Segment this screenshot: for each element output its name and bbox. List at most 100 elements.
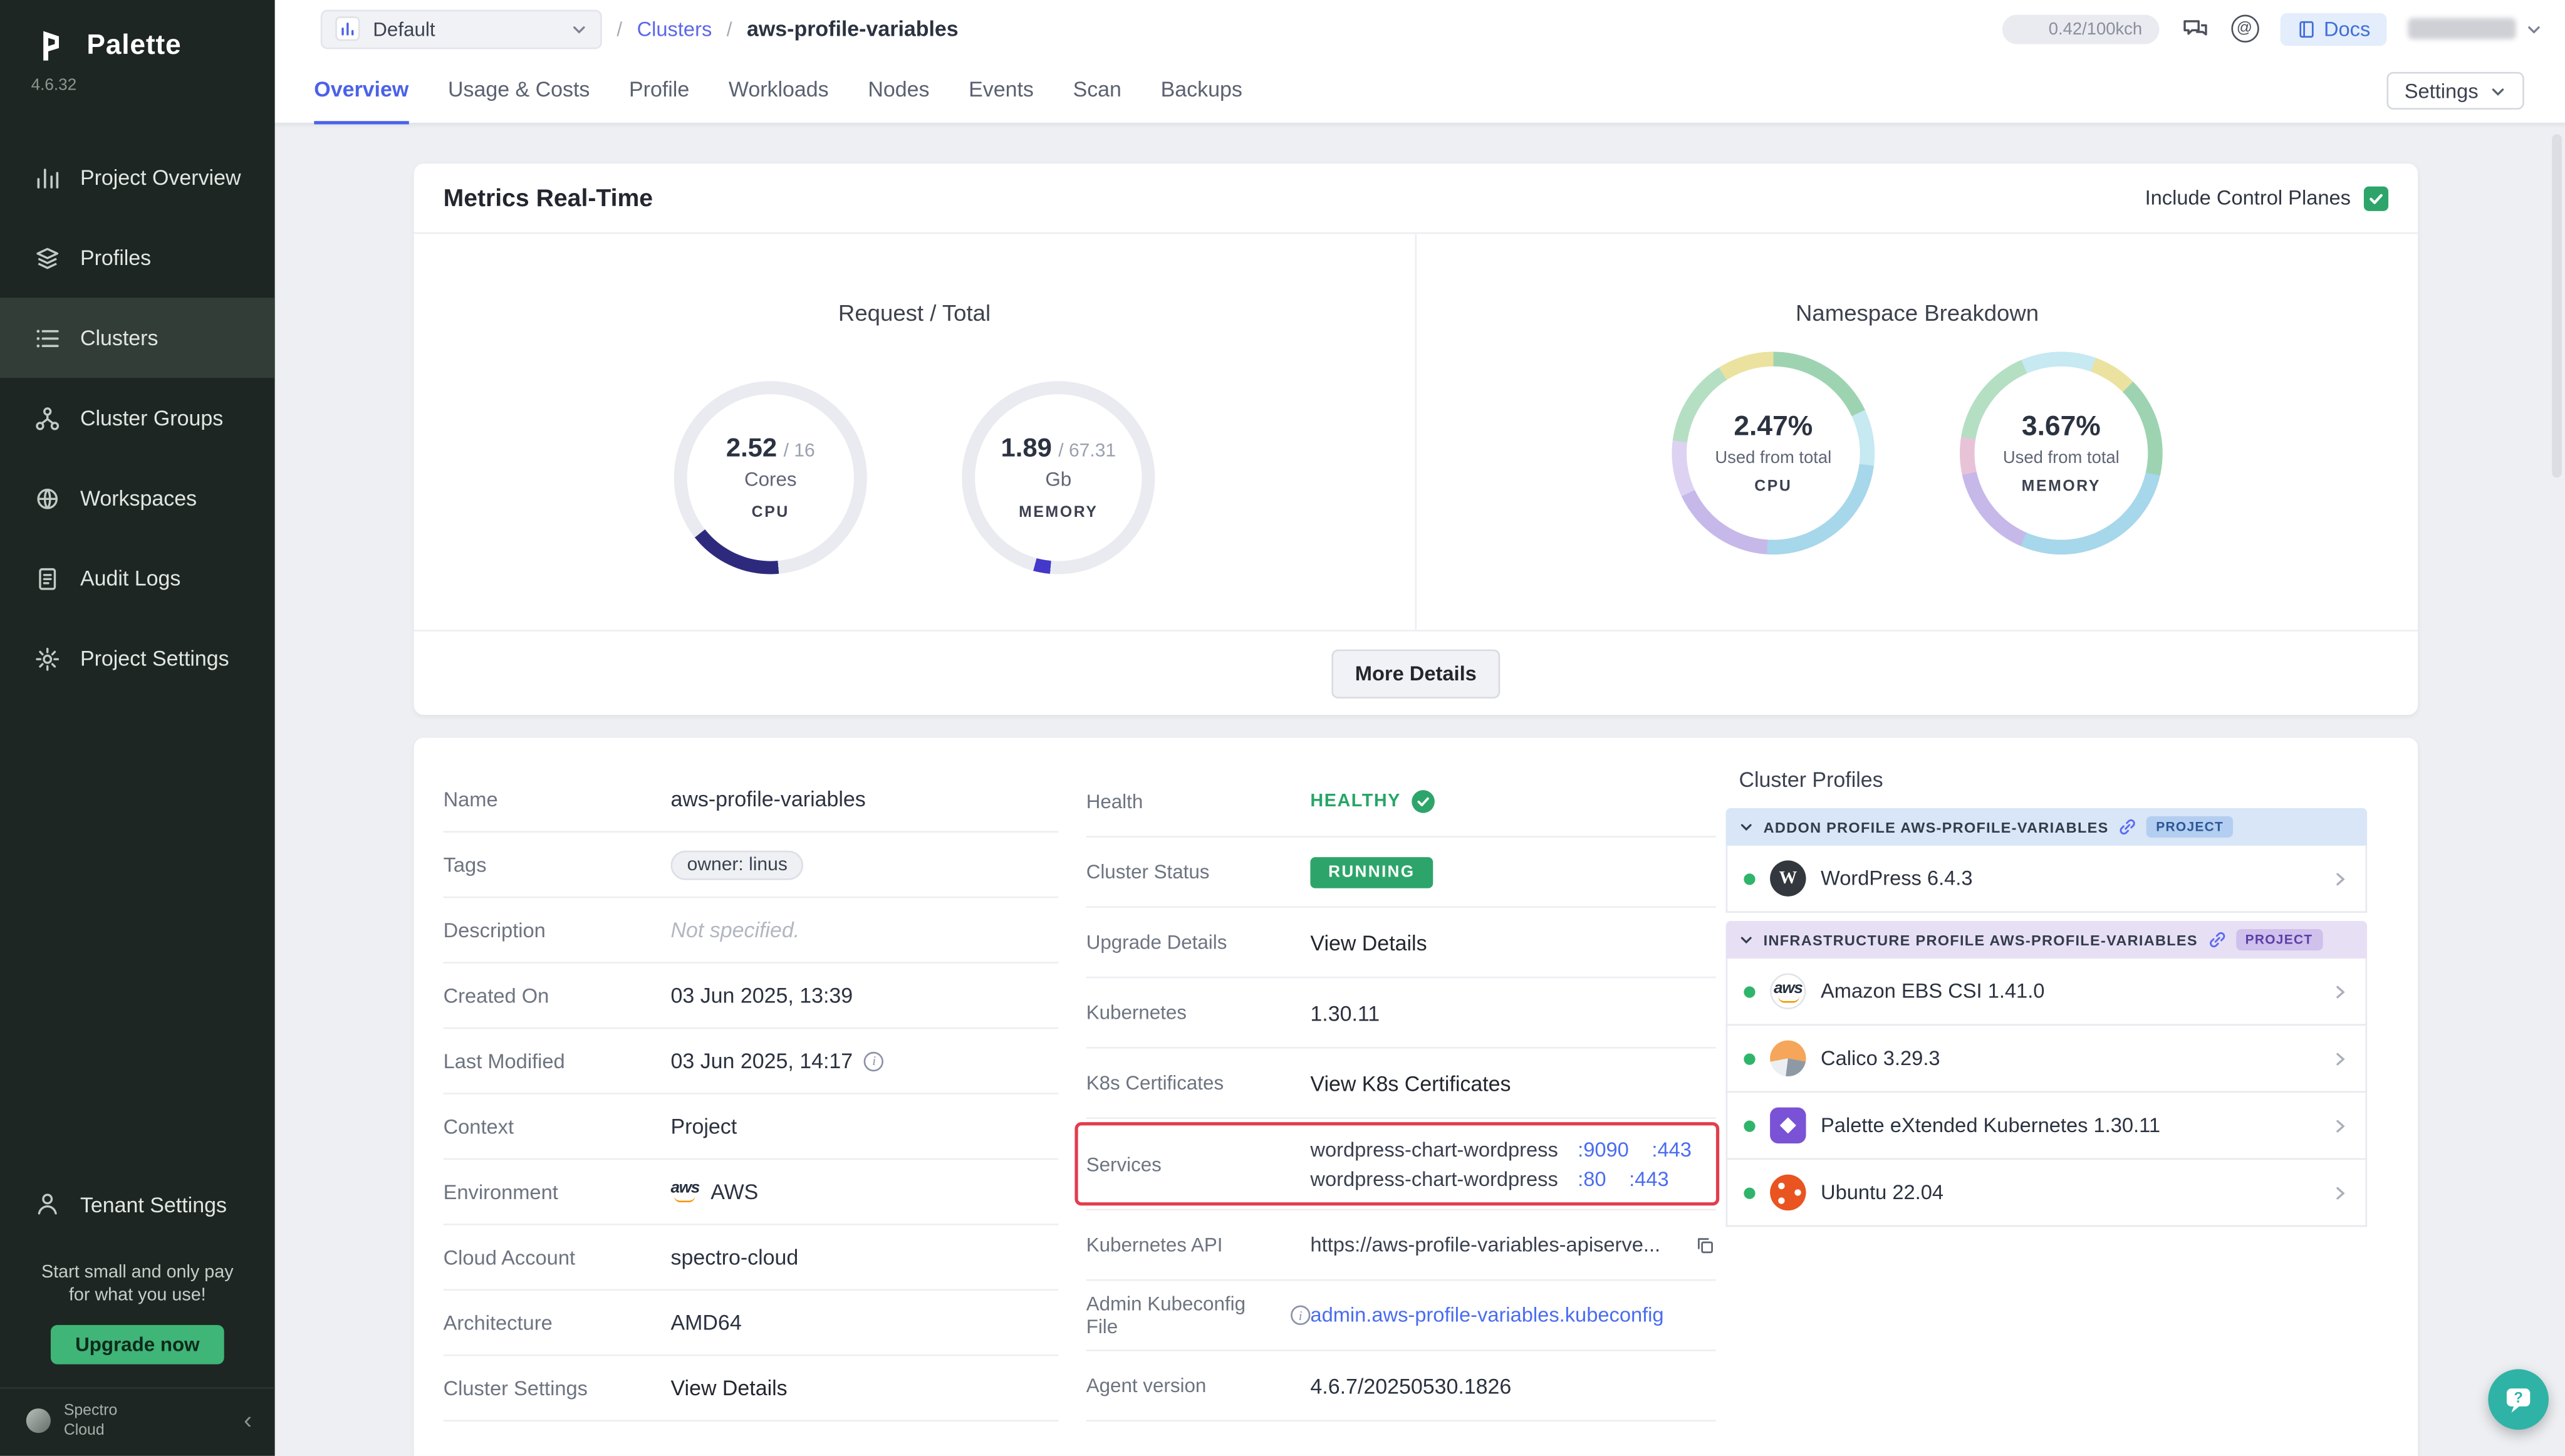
settings-button[interactable]: Settings (2386, 72, 2524, 110)
row-created-on: Created On 03 Jun 2025, 13:39 (444, 964, 1059, 1029)
info-icon[interactable]: i (864, 1051, 883, 1071)
infrastructure-profile-header[interactable]: INFRASTRUCTURE PROFILE AWS-PROFILE-VARIA… (1726, 921, 2368, 959)
cluster-status-column: Health HEALTHY Cluster Status RUNNING Up… (1086, 767, 1716, 1422)
cluster-settings-view-details-link[interactable]: View Details (671, 1376, 1059, 1400)
kubernetes-api-value: https://aws-profile-variables-apiserve..… (1310, 1234, 1660, 1257)
created-on-value: 03 Jun 2025, 13:39 (671, 983, 1059, 1007)
service-port-link[interactable]: :443 (1652, 1138, 1692, 1161)
profile-layer-palette-extended-kubernetes[interactable]: Palette eXtended Kubernetes 1.30.11 (1726, 1093, 2368, 1160)
tab-usage-costs[interactable]: Usage & Costs (448, 57, 590, 124)
description-value: Not specified. (671, 918, 1059, 942)
cluster-groups-icon (33, 404, 60, 432)
sidebar-item-audit-logs[interactable]: Audit Logs (0, 538, 275, 618)
project-selector[interactable]: Default (321, 9, 602, 48)
sidebar-nav: Project Overview Profiles Clusters Clust… (0, 137, 275, 699)
layer-name: WordPress 6.4.3 (1821, 867, 1972, 890)
collapse-sidebar-icon[interactable]: ‹ (244, 1408, 252, 1433)
service-port-link[interactable]: :443 (1629, 1167, 1669, 1190)
link-icon (2118, 818, 2136, 836)
row-services: Services wordpress-chart-wordpress :9090… (1086, 1119, 1716, 1210)
breadcrumb-clusters-link[interactable]: Clusters (637, 17, 712, 40)
sidebar-item-cluster-groups[interactable]: Cluster Groups (0, 378, 275, 458)
audit-logs-icon (33, 564, 60, 592)
cpu-request-donut: 2.52/ 16 Cores CPU (674, 381, 867, 574)
chat-question-icon: ? (2501, 1382, 2536, 1417)
help-fab-button[interactable]: ? (2488, 1369, 2549, 1430)
row-health: Health HEALTHY (1086, 767, 1716, 838)
namespace-breakdown-section: Namespace Breakdown 2.47% Used from tota… (1415, 234, 2418, 630)
service-port-link[interactable]: :9090 (1578, 1138, 1629, 1161)
cluster-profiles-panel: Cluster Profiles ADDON PROFILE AWS-PROFI… (1726, 767, 2368, 1227)
addon-profile-section: ADDON PROFILE AWS-PROFILE-VARIABLES PROJ… (1726, 808, 2368, 913)
upgrade-promo-text: Start small and only pay for what you us… (10, 1261, 265, 1309)
sidebar-item-label: Workspaces (80, 486, 197, 510)
copy-icon[interactable] (1695, 1234, 1716, 1256)
breadcrumb-separator: / (617, 17, 622, 40)
docs-button[interactable]: Docs (2279, 13, 2386, 45)
tab-workloads[interactable]: Workloads (729, 57, 829, 124)
service-entry: wordpress-chart-wordpress :9090:443 (1310, 1138, 1692, 1161)
profile-layer-wordpress[interactable]: W WordPress 6.4.3 (1726, 846, 2368, 913)
namespace-breakdown-title: Namespace Breakdown (1796, 299, 2039, 326)
running-status-badge: RUNNING (1310, 856, 1433, 888)
support-icon[interactable]: @ (2230, 14, 2258, 42)
row-upgrade-details: Upgrade Details View Details (1086, 908, 1716, 978)
cluster-profiles-title: Cluster Profiles (1739, 767, 2367, 792)
upgrade-view-details-link[interactable]: View Details (1310, 930, 1716, 954)
profile-layer-amazon-ebs-csi[interactable]: aws Amazon EBS CSI 1.41.0 (1726, 959, 2368, 1026)
namespace-memory-donut: 3.67% Used from total MEMORY (1960, 351, 2163, 554)
tab-events[interactable]: Events (969, 57, 1034, 124)
sidebar-item-label: Tenant Settings (80, 1192, 227, 1216)
kubernetes-version-value: 1.30.11 (1310, 1001, 1716, 1025)
sidebar-item-label: Cluster Groups (80, 406, 223, 430)
sidebar-item-clusters[interactable]: Clusters (0, 298, 275, 378)
pxk-icon (1770, 1108, 1806, 1143)
sidebar: Palette 4.6.32 Project Overview Profiles… (0, 0, 275, 1456)
kubeconfig-download-link[interactable]: admin.aws-profile-variables.kubeconfig (1310, 1304, 1663, 1327)
scrollbar[interactable] (2552, 134, 2562, 477)
info-icon[interactable]: i (1291, 1306, 1310, 1325)
project-scope-badge: PROJECT (2146, 816, 2234, 838)
more-details-button[interactable]: More Details (1332, 648, 1499, 697)
tab-profile[interactable]: Profile (629, 57, 689, 124)
user-menu[interactable] (2408, 18, 2542, 39)
include-control-planes-toggle[interactable]: Include Control Planes (2145, 185, 2388, 210)
link-icon (2208, 931, 2226, 949)
row-admin-kubeconfig: Admin Kubeconfig Filei admin.aws-profile… (1086, 1281, 1716, 1351)
tab-scan[interactable]: Scan (1073, 57, 1121, 124)
row-name: Name aws-profile-variables (444, 767, 1059, 833)
sidebar-item-profiles[interactable]: Profiles (0, 217, 275, 298)
sidebar-item-workspaces[interactable]: Workspaces (0, 458, 275, 538)
sidebar-item-tenant-settings[interactable]: Tenant Settings (0, 1164, 275, 1244)
workspaces-icon (33, 484, 60, 512)
feedback-chat-icon[interactable] (2180, 14, 2209, 43)
row-architecture: Architecture AMD64 (444, 1291, 1059, 1356)
status-dot (1744, 1053, 1755, 1064)
project-selector-value: Default (373, 17, 558, 40)
sidebar-item-project-settings[interactable]: Project Settings (0, 618, 275, 699)
row-cluster-status: Cluster Status RUNNING (1086, 838, 1716, 908)
addon-profile-header[interactable]: ADDON PROFILE AWS-PROFILE-VARIABLES PROJ… (1726, 808, 2368, 846)
checkbox-checked-icon[interactable] (2364, 185, 2388, 210)
cluster-details-card: Name aws-profile-variables Tags owner: l… (414, 738, 2418, 1456)
request-total-section: Request / Total 2.52/ 16 Cores CPU 1.89/ (414, 234, 1415, 630)
status-dot (1744, 1120, 1755, 1131)
service-port-link[interactable]: :80 (1578, 1167, 1606, 1190)
tab-nodes[interactable]: Nodes (868, 57, 929, 124)
tab-bar: Overview Usage & Costs Profile Workloads… (275, 57, 2565, 124)
view-k8s-certificates-link[interactable]: View K8s Certificates (1310, 1071, 1716, 1095)
chevron-right-icon (2331, 870, 2349, 888)
row-cloud-account: Cloud Account spectro-cloud (444, 1225, 1059, 1291)
row-kubernetes-api: Kubernetes API https://aws-profile-varia… (1086, 1210, 1716, 1281)
sidebar-item-project-overview[interactable]: Project Overview (0, 137, 275, 217)
ubuntu-icon (1770, 1175, 1806, 1210)
chevron-right-icon (2331, 1049, 2349, 1068)
upgrade-button[interactable]: Upgrade now (51, 1325, 224, 1365)
tab-backups[interactable]: Backups (1161, 57, 1242, 124)
profile-layer-ubuntu[interactable]: Ubuntu 22.04 (1726, 1160, 2368, 1227)
tab-overview[interactable]: Overview (314, 57, 408, 124)
chevron-down-icon (1739, 819, 1753, 834)
cluster-info-column: Name aws-profile-variables Tags owner: l… (444, 767, 1059, 1422)
profile-layer-calico[interactable]: Calico 3.29.3 (1726, 1026, 2368, 1093)
sidebar-item-label: Profiles (80, 246, 151, 270)
